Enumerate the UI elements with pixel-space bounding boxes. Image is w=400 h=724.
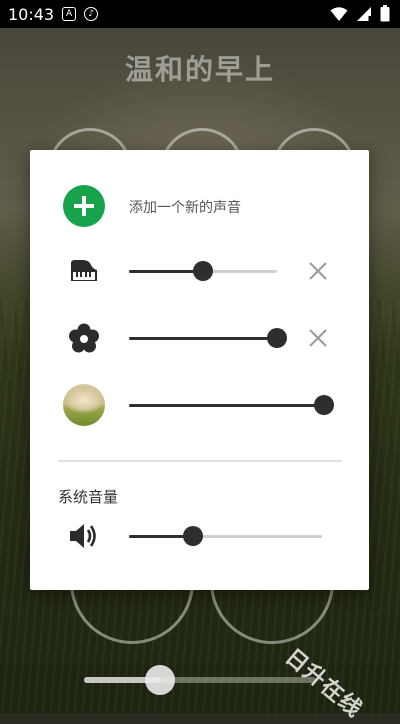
system-volume-slider[interactable] bbox=[129, 526, 322, 546]
sound-row-piano bbox=[30, 246, 369, 296]
sound-volume-fill bbox=[129, 337, 277, 340]
music-icon: ♪ bbox=[84, 7, 99, 21]
sound-row-flower bbox=[30, 313, 369, 363]
plus-icon bbox=[74, 196, 94, 216]
sound-volume-thumb[interactable] bbox=[314, 395, 334, 415]
sound-volume-fill bbox=[129, 404, 324, 407]
flower-icon bbox=[69, 323, 99, 353]
sound-volume-slider[interactable] bbox=[129, 328, 287, 348]
add-sound-label: 添加一个新的声音 bbox=[129, 200, 241, 216]
status-time: 10:43 bbox=[8, 4, 55, 24]
piano-icon bbox=[71, 260, 97, 281]
sound-volume-slider[interactable] bbox=[129, 261, 277, 281]
text-a-icon: A bbox=[62, 7, 77, 21]
bg-volume-thumb bbox=[145, 665, 175, 695]
sound-volume-thumb[interactable] bbox=[267, 328, 287, 348]
add-sound-button[interactable] bbox=[63, 185, 105, 227]
system-volume-thumb[interactable] bbox=[183, 526, 203, 546]
page-title: 温和的早上 bbox=[124, 53, 275, 86]
remove-sound-button[interactable] bbox=[306, 259, 330, 283]
system-volume-row bbox=[30, 511, 369, 561]
speaker-icon bbox=[70, 524, 96, 548]
add-sound-row[interactable]: 添加一个新的声音 bbox=[30, 181, 369, 231]
scene-thumbnail bbox=[63, 384, 105, 426]
sound-volume-fill bbox=[129, 270, 203, 273]
signal-icon bbox=[357, 6, 371, 21]
system-volume-label: 系统音量 bbox=[58, 488, 119, 506]
battery-icon bbox=[380, 5, 390, 22]
sound-volume-thumb[interactable] bbox=[193, 261, 213, 281]
wifi-icon bbox=[330, 6, 348, 21]
sound-volume-slider[interactable] bbox=[129, 395, 334, 415]
sound-mixer-dialog: 添加一个新的声音 系统音量 bbox=[30, 150, 369, 590]
status-bar: 10:43 A ♪ bbox=[0, 0, 400, 28]
section-divider bbox=[58, 460, 342, 462]
sound-row-scene bbox=[30, 380, 369, 430]
remove-sound-button[interactable] bbox=[306, 326, 330, 350]
